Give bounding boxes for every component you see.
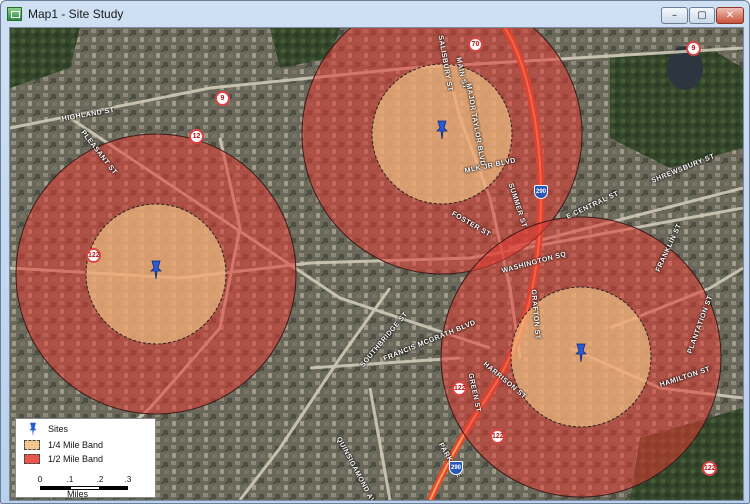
half-band-swatch [24, 454, 40, 464]
legend-sites-label: Sites [48, 424, 69, 434]
scale-tick: .1 [66, 475, 74, 484]
site-pin-icon[interactable] [574, 343, 588, 363]
maximize-button[interactable]: ▢ [689, 7, 715, 24]
map-app-icon [7, 7, 22, 21]
map-window: Map1 - Site Study – ▢ ✕ HIGHLAND ST PLEA… [0, 0, 750, 504]
interstate-shield: 290 [534, 185, 548, 199]
site-pin-icon[interactable] [149, 260, 163, 280]
route-shield: 122 [86, 248, 101, 263]
route-shield: 9 [215, 91, 230, 106]
route-shield: 12 [189, 129, 204, 144]
scale-bar: 0 .1 .2 .3 Miles [37, 475, 132, 499]
legend-quarter-label: 1/4 Mile Band [48, 440, 104, 450]
scale-units: Miles [67, 489, 89, 499]
route-shield: 122 [490, 429, 505, 444]
map-view[interactable]: HIGHLAND ST PLEASANT ST SALISBURY ST MAI… [9, 27, 744, 501]
site-pin-icon [29, 422, 37, 437]
map-legend: Sites 1/4 Mile Band 1/2 Mile Band 0 .1 .… [15, 418, 156, 499]
site-pin-icon[interactable] [435, 120, 449, 140]
close-button[interactable]: ✕ [716, 7, 744, 24]
minimize-button[interactable]: – [661, 7, 688, 24]
interstate-shield: 290 [449, 461, 463, 475]
route-shield: 9 [686, 41, 701, 56]
scale-tick: .3 [124, 475, 132, 484]
quarter-band-swatch [24, 440, 40, 450]
window-title: Map1 - Site Study [28, 7, 124, 21]
legend-half-label: 1/2 Mile Band [48, 454, 104, 464]
scale-tick: .2 [96, 475, 104, 484]
title-bar[interactable]: Map1 - Site Study – ▢ ✕ [1, 1, 749, 27]
route-shield: 70 [468, 37, 483, 52]
route-shield: 122 [452, 381, 467, 396]
route-shield: 122 [702, 461, 717, 476]
scale-segment [100, 486, 128, 490]
scale-segment [40, 486, 70, 490]
scale-tick: 0 [37, 475, 43, 484]
